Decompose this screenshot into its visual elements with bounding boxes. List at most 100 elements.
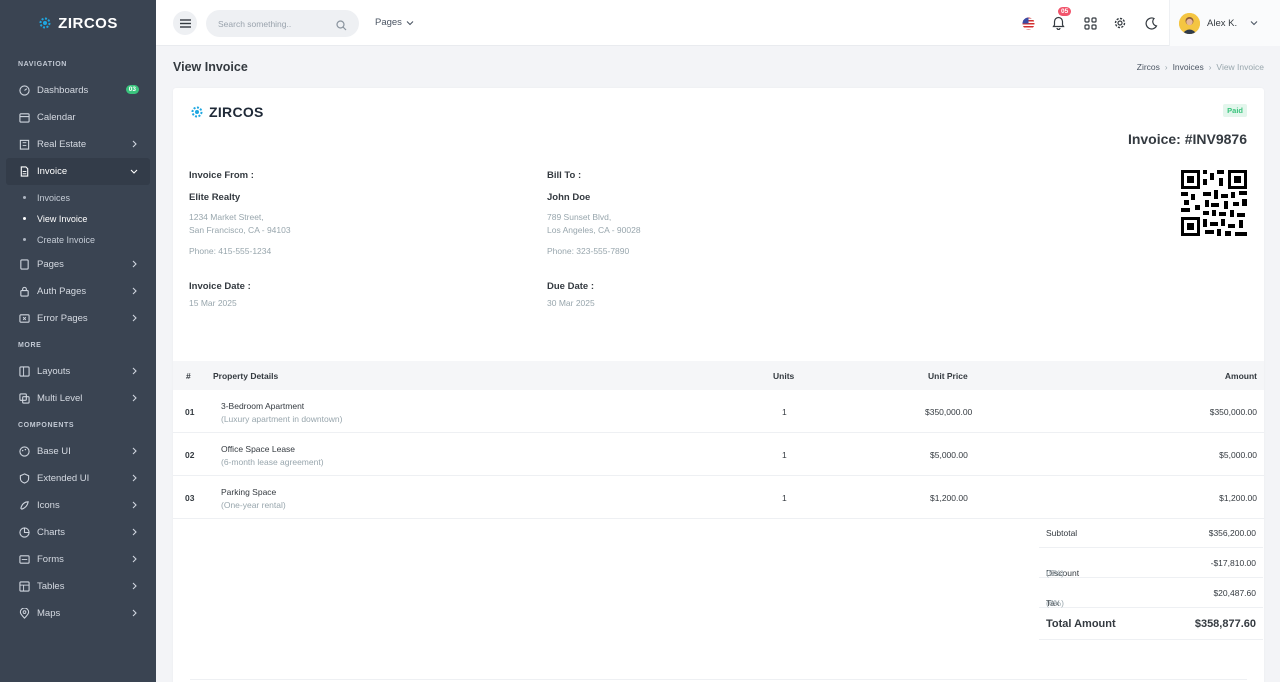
language-flag-button[interactable] <box>1020 15 1036 31</box>
chevron-down-icon <box>1250 21 1258 26</box>
sidebar-item-icons[interactable]: Icons <box>0 492 156 519</box>
sidebar-item-maps[interactable]: Maps <box>0 600 156 627</box>
sidebar-item-error-pages[interactable]: Error Pages <box>0 305 156 332</box>
row-units: 1 <box>782 407 787 417</box>
sidebar-item-base-ui[interactable]: Base UI <box>0 438 156 465</box>
sidebar-item-forms[interactable]: Forms <box>0 546 156 573</box>
row-subtitle: (Luxury apartment in downtown) <box>221 414 343 424</box>
invoice-from-label: Invoice From : <box>189 170 254 181</box>
invoice-from-phone: Phone: 415-555-1234 <box>189 246 272 256</box>
sidebar-item-auth-pages[interactable]: Auth Pages <box>0 278 156 305</box>
brand[interactable]: ZIRCOS <box>0 0 156 46</box>
breadcrumb-item-home[interactable]: Zircos <box>1137 62 1160 72</box>
bill-to-label: Bill To : <box>547 170 582 181</box>
palette-icon <box>18 446 30 458</box>
menu-toggle-button[interactable] <box>173 11 197 35</box>
due-date-value: 30 Mar 2025 <box>547 298 595 308</box>
chevron-right-icon <box>131 140 138 151</box>
divider <box>190 679 1247 680</box>
sidebar-item-calendar[interactable]: Calendar <box>0 104 156 131</box>
pages-dropdown[interactable]: Pages <box>375 17 414 28</box>
sidebar-item-label: Invoice <box>37 166 68 177</box>
sidebar: ZIRCOS NAVIGATION Dashboards 03 Calendar… <box>0 0 156 682</box>
search-input[interactable] <box>218 18 328 29</box>
bill-to-name: John Doe <box>547 192 591 203</box>
lock-icon <box>18 286 30 298</box>
sidebar-item-pages[interactable]: Pages <box>0 251 156 278</box>
sidebar-item-layouts[interactable]: Layouts <box>0 358 156 385</box>
dashboards-badge: 03 <box>125 85 139 94</box>
subtotal-label: Subtotal <box>1046 528 1078 538</box>
bell-icon <box>1051 16 1065 30</box>
subtotal-row: Subtotal $356,200.00 <box>1039 518 1263 548</box>
table-row: 02 Office Space Lease (6-month lease agr… <box>173 433 1264 476</box>
settings-button[interactable] <box>1112 15 1128 31</box>
sidebar-item-tables[interactable]: Tables <box>0 573 156 600</box>
sidebar-item-label: Auth Pages <box>37 286 87 297</box>
row-unit-price: $5,000.00 <box>930 450 968 460</box>
invoice-from-address-line1: 1234 Market Street, <box>189 212 264 222</box>
map-pin-icon <box>18 608 30 620</box>
total-value: $358,877.60 <box>1194 618 1256 630</box>
shield-icon <box>18 473 30 485</box>
theme-toggle-button[interactable] <box>1143 15 1159 31</box>
invoice-date-value: 15 Mar 2025 <box>189 298 237 308</box>
gear-icon <box>1114 17 1126 29</box>
sidebar-item-label: Multi Level <box>37 393 83 404</box>
sidebar-item-charts[interactable]: Charts <box>0 519 156 546</box>
breadcrumb-item-invoices[interactable]: Invoices <box>1173 62 1204 72</box>
sidebar-item-real-estate[interactable]: Real Estate <box>0 131 156 158</box>
apps-button[interactable] <box>1082 15 1098 31</box>
breadcrumb: Zircos › Invoices › View Invoice <box>1137 62 1264 72</box>
bullet-icon <box>23 238 26 241</box>
chevron-right-icon <box>131 260 138 271</box>
breadcrumb-item-current: View Invoice <box>1216 62 1264 72</box>
topbar: Pages 05 Alex K. <box>156 0 1280 46</box>
dashboard-icon <box>18 85 30 97</box>
user-menu[interactable]: Alex K. <box>1169 0 1280 46</box>
search-icon[interactable] <box>336 18 347 36</box>
column-header-amount: Amount <box>1224 371 1257 381</box>
pages-icon <box>18 259 30 271</box>
invoice-number: Invoice: #INV9876 <box>1127 131 1247 147</box>
row-subtitle: (One-year rental) <box>221 500 286 510</box>
sidebar-subitem-create-invoice[interactable]: Create Invoice <box>0 229 156 250</box>
chevron-right-icon: › <box>1164 62 1168 72</box>
tax-value: $20,487.60 <box>1213 588 1256 598</box>
sidebar-item-extended-ui[interactable]: Extended UI <box>0 465 156 492</box>
chevron-right-icon <box>131 287 138 298</box>
building-icon <box>18 139 30 151</box>
chevron-right-icon: › <box>1208 62 1212 72</box>
logo-gear-icon <box>39 17 51 29</box>
sidebar-item-multi-level[interactable]: Multi Level <box>0 385 156 412</box>
sidebar-item-invoice[interactable]: Invoice <box>6 158 150 185</box>
sidebar-subitem-invoices[interactable]: Invoices <box>0 187 156 208</box>
sidebar-subitem-label: Invoices <box>37 192 71 203</box>
sidebar-subitem-view-invoice[interactable]: View Invoice <box>0 208 156 229</box>
sidebar-item-dashboards[interactable]: Dashboards 03 <box>0 77 156 104</box>
chevron-right-icon <box>131 501 138 512</box>
brand-name: ZIRCOS <box>58 14 118 32</box>
moon-icon <box>1145 16 1157 30</box>
row-units: 1 <box>782 493 787 503</box>
hamburger-icon <box>179 18 191 28</box>
table-row: 01 3-Bedroom Apartment (Luxury apartment… <box>173 390 1264 433</box>
sidebar-item-label: Forms <box>37 554 64 565</box>
sidebar-item-label: Charts <box>37 527 65 538</box>
calendar-icon <box>18 112 30 124</box>
tax-row: Tax (6%) $20,487.60 <box>1039 578 1263 608</box>
components-section-title: COMPONENTS <box>18 422 75 429</box>
more-section-title: MORE <box>18 342 42 349</box>
chevron-down-icon <box>406 20 414 25</box>
page-title: View Invoice <box>173 60 248 74</box>
sidebar-item-label: Extended UI <box>37 473 90 484</box>
pages-dropdown-label: Pages <box>375 17 402 28</box>
row-amount: $5,000.00 <box>1219 450 1257 460</box>
row-title: 3-Bedroom Apartment <box>221 401 305 411</box>
invoice-logo: ZIRCOS <box>190 104 264 120</box>
notifications-button[interactable] <box>1050 15 1066 31</box>
status-badge: Paid <box>1223 104 1247 117</box>
due-date-label: Due Date : <box>547 281 594 292</box>
sidebar-item-label: Pages <box>37 259 64 270</box>
bill-to-address-line1: 789 Sunset Blvd, <box>547 212 612 222</box>
